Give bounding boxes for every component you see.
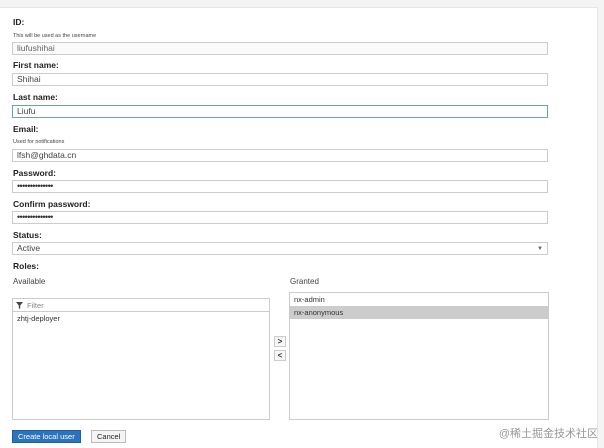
- status-value: Active: [17, 243, 41, 253]
- status-label: Status:: [13, 230, 42, 240]
- available-roles-list[interactable]: zhtj-deployer: [12, 311, 270, 420]
- confirm-password-label: Confirm password:: [13, 199, 91, 209]
- available-role-item[interactable]: zhtj-deployer: [13, 312, 269, 325]
- granted-roles-list[interactable]: nx-admin nx-anonymous: [289, 292, 549, 420]
- confirm-password-field[interactable]: ••••••••••••••: [12, 211, 548, 224]
- roles-label: Roles:: [13, 261, 39, 271]
- create-user-form: ID: This will be used as the username li…: [0, 7, 598, 448]
- cancel-button[interactable]: Cancel: [91, 430, 127, 443]
- move-right-button[interactable]: >: [274, 336, 286, 347]
- filter-placeholder: Filter: [27, 301, 44, 310]
- email-help-text: Used for notifications: [13, 139, 65, 145]
- password-label: Password:: [13, 168, 56, 178]
- granted-role-item[interactable]: nx-admin: [290, 293, 548, 306]
- chevron-down-icon: ▼: [537, 246, 543, 252]
- password-field[interactable]: ••••••••••••••: [12, 180, 548, 193]
- first-name-label: First name:: [13, 60, 59, 70]
- granted-roles-label: Granted: [290, 277, 319, 286]
- status-select[interactable]: Active ▼: [12, 242, 548, 255]
- first-name-field[interactable]: Shihai: [12, 73, 548, 86]
- id-label: ID:: [13, 17, 25, 27]
- roles-filter-input[interactable]: Filter: [12, 298, 270, 312]
- last-name-label: Last name:: [13, 92, 58, 102]
- create-local-user-button[interactable]: Create local user: [12, 430, 81, 443]
- email-field[interactable]: lfsh@ghdata.cn: [12, 149, 548, 162]
- watermark: @稀土掘金技术社区: [498, 428, 598, 440]
- id-help-text: This will be used as the username: [13, 33, 97, 39]
- available-roles-label: Available: [13, 277, 46, 286]
- last-name-field[interactable]: Liufu: [12, 105, 548, 118]
- granted-role-item-selected[interactable]: nx-anonymous: [290, 306, 548, 319]
- email-label: Email:: [13, 124, 39, 134]
- id-field[interactable]: liufushihai: [12, 42, 548, 55]
- filter-funnel-icon: [16, 302, 23, 309]
- move-left-button[interactable]: <: [274, 350, 286, 361]
